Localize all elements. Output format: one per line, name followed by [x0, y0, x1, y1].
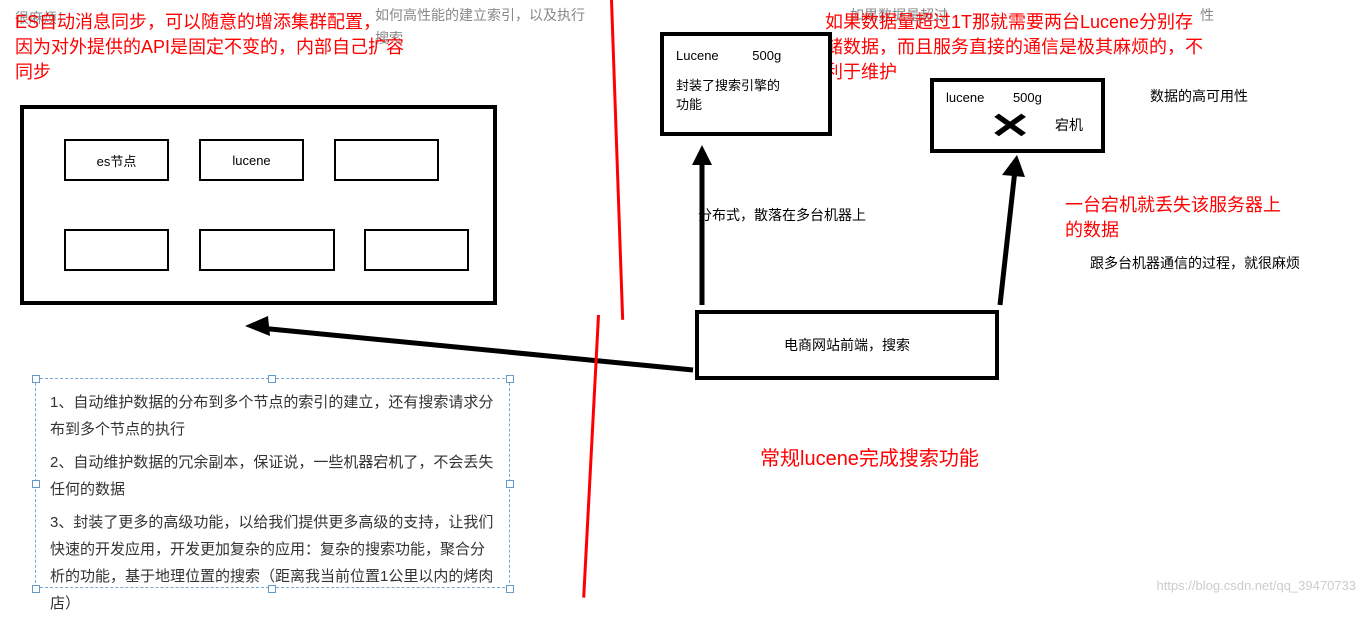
frontend-label: 电商网站前端，搜索: [784, 335, 910, 355]
lucene1-title: Lucene: [676, 48, 719, 63]
label-distributed: 分布式，散落在多台机器上: [698, 205, 866, 225]
es-node-5: [199, 229, 335, 271]
handle-tl[interactable]: [32, 375, 40, 383]
handle-bl[interactable]: [32, 585, 40, 593]
notes-box[interactable]: 1、自动维护数据的分布到多个节点的索引的建立，还有搜索请求分布到多个节点的执行 …: [35, 378, 510, 588]
es-node-2: lucene: [199, 139, 304, 181]
note-line-1: 1、自动维护数据的分布到多个节点的索引的建立，还有搜索请求分布到多个节点的执行: [50, 389, 495, 443]
lucene-box-1: Lucene 500g 封装了搜索引擎的 功能: [660, 32, 832, 136]
handle-ml[interactable]: [32, 480, 40, 488]
handle-tc[interactable]: [268, 375, 276, 383]
red-lucene-problem: 如果数据量超过1T那就需要两台Lucene分别存 储数据，而且服务直接的通信是极…: [825, 10, 1203, 86]
handle-br[interactable]: [506, 585, 514, 593]
label-data-ha: 数据的高可用性: [1150, 86, 1248, 106]
es-node-6: [364, 229, 469, 271]
lucene2-size: 500g: [1013, 90, 1042, 105]
note-line-2: 2、自动维护数据的冗余副本，保证说，一些机器宕机了，不会丢失任何的数据: [50, 449, 495, 503]
lucene1-desc1: 封装了搜索引擎的: [676, 75, 816, 94]
label-multi-comm: 跟多台机器通信的过程，就很麻烦: [1090, 253, 1300, 273]
handle-tr[interactable]: [506, 375, 514, 383]
lucene2-status: 宕机: [1055, 115, 1083, 135]
es-node-4: [64, 229, 169, 271]
lucene1-size: 500g: [752, 48, 781, 63]
red-divider-1: [610, 0, 624, 320]
red-data-loss: 一台宕机就丢失该服务器上 的数据: [1065, 193, 1281, 243]
note-line-3: 3、封装了更多的高级功能，以给我们提供更多高级的支持，让我们快速的开发应用，开发…: [50, 509, 495, 617]
handle-bc[interactable]: [268, 585, 276, 593]
red-lucene-search: 常规lucene完成搜索功能: [760, 445, 979, 473]
handle-mr[interactable]: [506, 480, 514, 488]
watermark: https://blog.csdn.net/qq_39470733: [1157, 578, 1357, 593]
x-mark-icon: ✕: [989, 105, 1031, 147]
es-cluster-box: es节点 lucene: [20, 105, 497, 305]
lucene1-desc2: 功能: [676, 94, 816, 113]
red-es-sync: ES自动消息同步，可以随意的增添集群配置， 因为对外提供的API是固定不变的，内…: [15, 10, 404, 86]
red-divider-2: [582, 315, 600, 598]
es-node-1: es节点: [64, 139, 169, 181]
frontend-box: 电商网站前端，搜索: [695, 310, 999, 380]
es-node-3: [334, 139, 439, 181]
lucene2-title: lucene: [946, 90, 984, 105]
bg-text-2: 如何高性能的建立索引，以及执行: [375, 5, 585, 25]
